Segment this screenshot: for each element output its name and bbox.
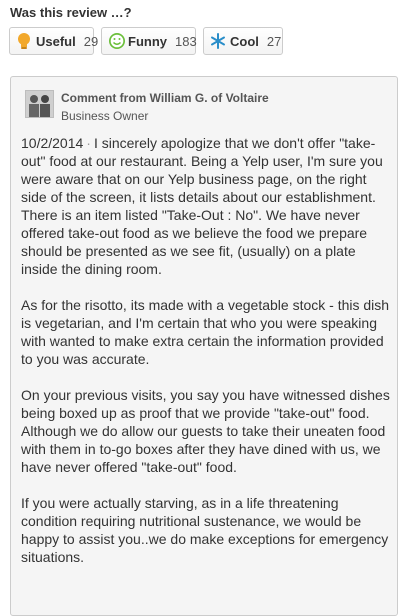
date-separator: ·: [86, 135, 91, 151]
useful-count: 29: [83, 33, 99, 49]
vote-buttons: Useful 29 Funny 183 Cool 27: [9, 27, 283, 55]
comment-paragraph: As for the risotto, its made with a vege…: [21, 297, 390, 367]
comment-author: Comment from William G. of Voltaire: [61, 91, 269, 105]
owner-comment: Comment from William G. of Voltaire Busi…: [10, 76, 398, 616]
snowflake-icon: [210, 32, 226, 50]
useful-button[interactable]: Useful 29: [9, 27, 98, 55]
funny-count: 183: [175, 33, 197, 49]
funny-label: Funny: [128, 33, 167, 49]
comment-paragraph: 10/2/2014 · I sincerely apologize that we …: [21, 134, 395, 278]
comment-date: 10/2/2014: [21, 135, 84, 151]
comment-paragraph: On your previous visits, you say you hav…: [21, 387, 390, 475]
cool-button[interactable]: Cool 27: [203, 27, 283, 55]
paragraph-text: I sincerely apologize that we don't offe…: [21, 135, 383, 277]
lightbulb-icon: [16, 32, 32, 50]
owner-avatar[interactable]: [25, 90, 54, 118]
vote-prompt: Was this review …?: [10, 5, 132, 20]
comment-body: 10/2/2014 · I sincerely apologize that we …: [21, 134, 395, 584]
cool-count: 27: [266, 33, 282, 49]
cool-label: Cool: [230, 33, 259, 49]
owner-role: Business Owner: [61, 109, 149, 123]
useful-label: Useful: [36, 33, 76, 49]
smiley-icon: [108, 32, 125, 50]
funny-button[interactable]: Funny 183: [101, 27, 197, 55]
comment-paragraph: If you were actually starving, as in a l…: [21, 495, 389, 565]
